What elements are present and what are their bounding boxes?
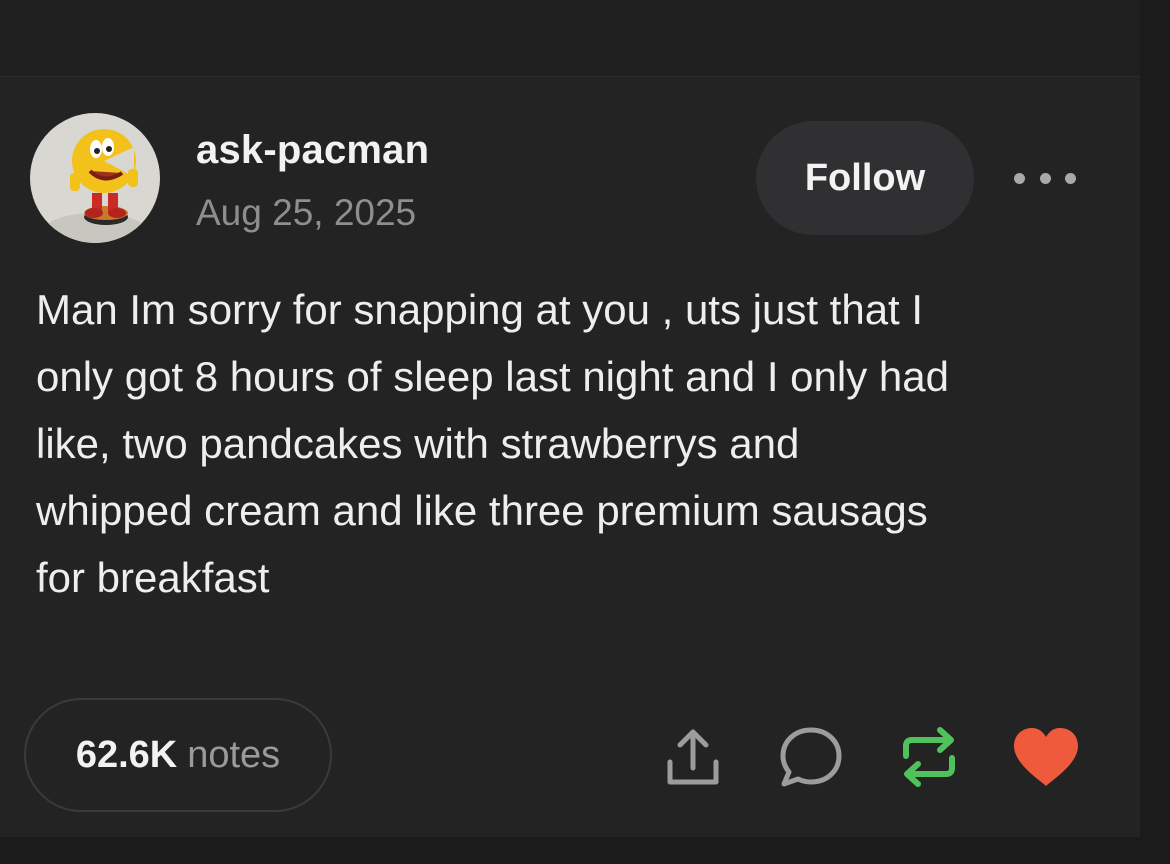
follow-button[interactable]: Follow <box>756 121 974 235</box>
bottom-bar <box>0 837 1170 864</box>
post-body: Man Im sorry for snapping at you , uts j… <box>36 286 949 601</box>
more-options-button[interactable] <box>1014 163 1076 193</box>
like-button[interactable] <box>1010 722 1082 792</box>
reply-icon <box>780 727 842 787</box>
reblog-button[interactable] <box>894 722 964 792</box>
notes-label: notes <box>187 733 281 776</box>
notes-button[interactable]: 62.6K notes <box>24 698 332 812</box>
page: ask-pacman Aug 25, 2025 Follow Man Im so… <box>0 0 1170 864</box>
share-icon <box>667 729 719 785</box>
reply-button[interactable] <box>776 722 846 792</box>
top-bar <box>0 0 1170 77</box>
more-dot-icon <box>1065 172 1076 184</box>
more-dot-icon <box>1014 172 1025 184</box>
heart-icon <box>1014 728 1078 786</box>
reblog-icon <box>903 727 955 787</box>
right-edge <box>1140 0 1170 864</box>
notes-count: 62.6K <box>75 733 178 776</box>
share-button[interactable] <box>658 722 728 792</box>
pacman-figurine-icon <box>43 129 147 243</box>
post-date[interactable]: Aug 25, 2025 <box>196 192 416 234</box>
username[interactable]: ask-pacman <box>196 128 429 173</box>
more-dot-icon <box>1039 172 1051 184</box>
avatar[interactable] <box>30 113 160 243</box>
